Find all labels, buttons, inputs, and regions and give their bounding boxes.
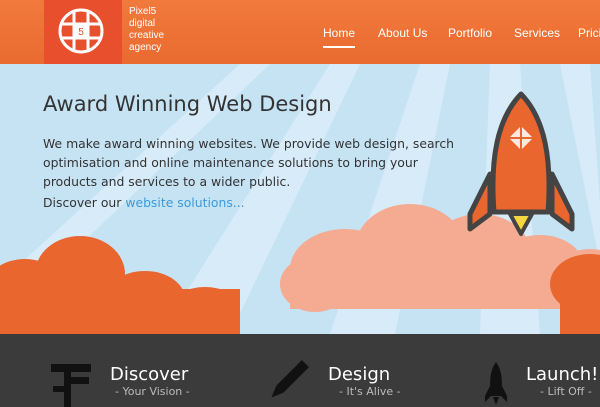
hero-cta-prefix: Discover our: [43, 195, 122, 210]
rocket-icon: [485, 362, 507, 405]
site-header: 5 Pixel5 digital creative agency Home Ab…: [0, 0, 600, 64]
feature-subtitle-launch: - Lift Off -: [540, 385, 592, 398]
hero-title: Award Winning Web Design: [43, 92, 332, 116]
pink-cloud: [280, 204, 600, 312]
nav-services[interactable]: Services: [514, 26, 560, 40]
feature-subtitle-discover: - Your Vision -: [115, 385, 190, 398]
nav-home[interactable]: Home: [323, 26, 356, 48]
hero-section: Award Winning Web Design We make award w…: [0, 64, 600, 334]
hero-cta: Discover our website solutions...: [43, 195, 245, 210]
feature-title-launch: Launch!: [526, 364, 599, 385]
feature-title-design: Design: [328, 364, 391, 385]
feature-subtitle-design: - It's Alive -: [339, 385, 401, 398]
features-bar: Discover - Your Vision - Design - It's A…: [0, 334, 600, 407]
website-solutions-link[interactable]: website solutions...: [125, 195, 244, 210]
nav-about-us[interactable]: About Us: [378, 26, 427, 40]
nav-portfolio[interactable]: Portfolio: [448, 26, 492, 40]
nav-pricing[interactable]: Pricing: [578, 26, 600, 40]
brand-line: Pixel5: [129, 6, 157, 17]
feature-title-discover: Discover: [110, 364, 189, 385]
signpost-icon: [51, 364, 91, 407]
rocket-illustration: [467, 91, 575, 236]
main-nav: Home About Us Portfolio Services Pricing: [0, 26, 600, 48]
hero-description: We make award winning websites. We provi…: [43, 136, 455, 189]
pencil-icon: [271, 360, 309, 398]
